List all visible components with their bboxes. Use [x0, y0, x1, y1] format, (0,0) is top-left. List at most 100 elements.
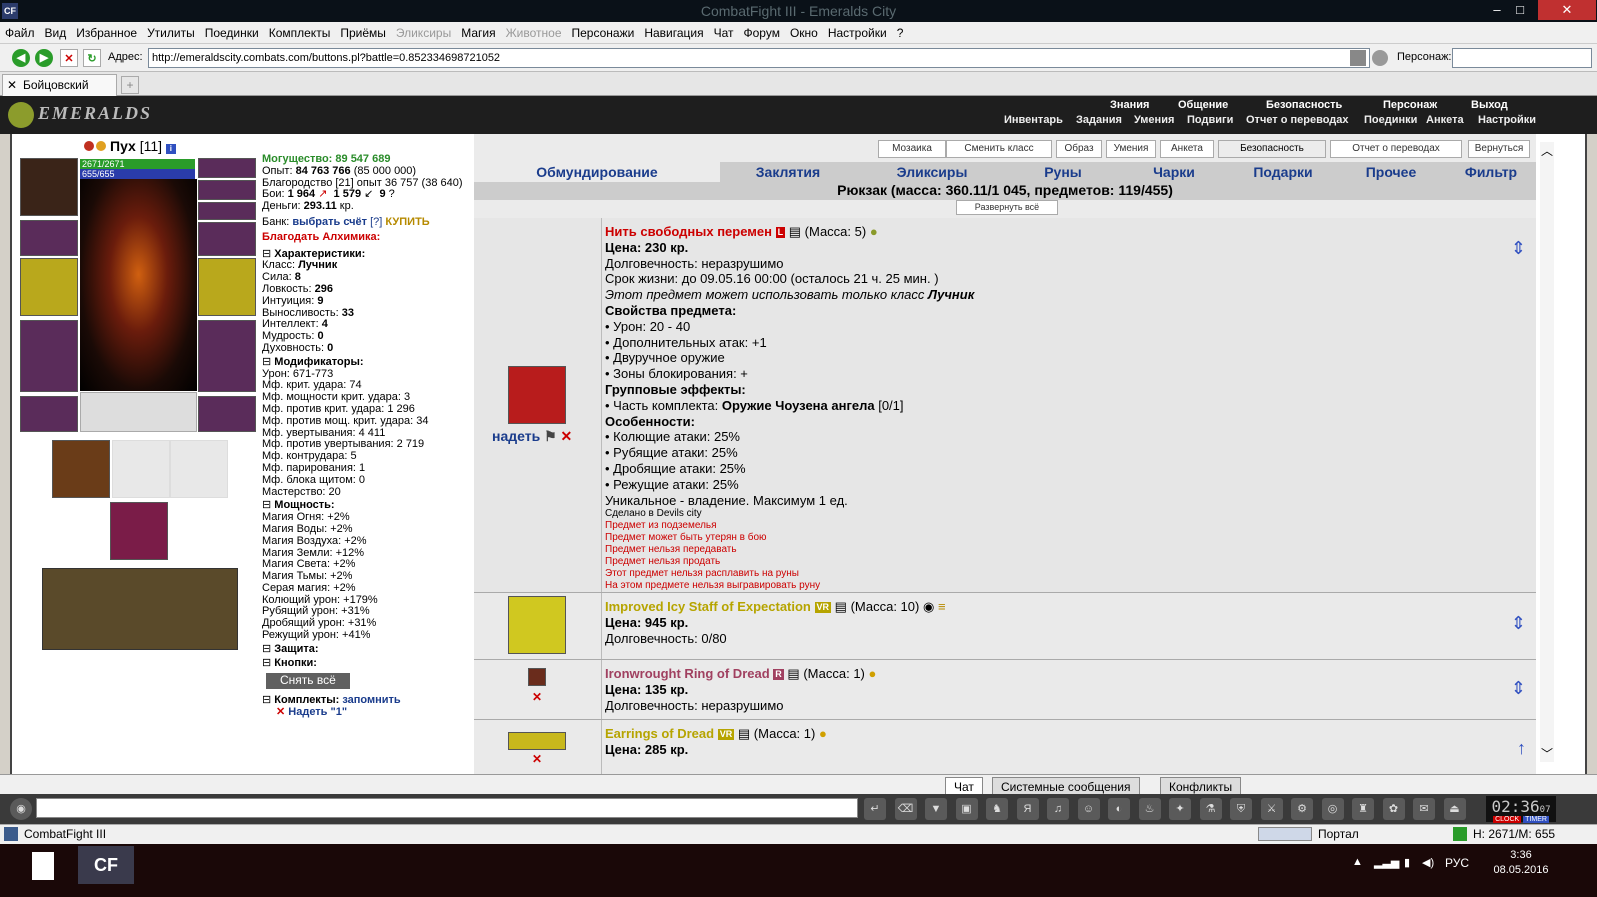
move-arrow-icon[interactable]: ⇕	[1511, 678, 1526, 699]
users-icon[interactable]	[1372, 50, 1388, 66]
address-input[interactable]: http://emeraldscity.combats.com/buttons.…	[148, 48, 1370, 68]
gloves-slot[interactable]	[198, 222, 256, 256]
info-icon[interactable]: i	[165, 144, 176, 154]
gift-icon[interactable]: ✿	[1382, 798, 1405, 820]
target-icon[interactable]: ◎	[1321, 798, 1344, 820]
volume-icon[interactable]: ◀)	[1422, 856, 1434, 869]
exit-icon[interactable]: ⏏	[1443, 798, 1466, 820]
chat-tab[interactable]: Системные сообщения	[992, 777, 1140, 795]
game-nav-item[interactable]: Безопасность	[1266, 99, 1342, 111]
game-nav-item[interactable]: Выход	[1471, 99, 1508, 111]
item-name[interactable]: Earrings of Dread	[605, 726, 714, 741]
taskbar-clock[interactable]: 3:36 08.05.2016	[1486, 848, 1556, 878]
clock-display[interactable]: 02:3607 CLOCK TIMER	[1486, 796, 1556, 823]
menu-item[interactable]: Чат	[709, 22, 739, 44]
menu-item[interactable]: Животное	[501, 22, 567, 44]
elixir-icon[interactable]: ⚗	[1199, 798, 1222, 820]
refresh-icon[interactable]: ↻	[83, 49, 101, 67]
move-arrow-icon[interactable]: ↑	[1517, 738, 1526, 759]
menu-item[interactable]: Форум	[739, 22, 785, 44]
top-button[interactable]: Анкета	[1160, 140, 1214, 158]
category-tab[interactable]: Заклятия	[720, 162, 856, 182]
filter-icon[interactable]: ▼	[925, 798, 947, 820]
character-select[interactable]	[1452, 48, 1592, 68]
fight-icon[interactable]: ♞	[986, 798, 1008, 820]
remove-icon[interactable]: ✕	[532, 752, 542, 766]
speaker-icon[interactable]: ◉	[10, 798, 32, 820]
game-nav-item[interactable]: Подвиги	[1187, 114, 1233, 126]
doc-icon[interactable]: ▤	[835, 599, 847, 614]
chat-input[interactable]	[36, 798, 858, 818]
spy-icon[interactable]: ◐	[1108, 798, 1130, 820]
item-name[interactable]: Ironwrought Ring of Dread	[605, 666, 770, 681]
bank-help-link[interactable]: [?]	[370, 216, 382, 228]
ring-slots[interactable]	[80, 392, 197, 432]
doc-icon[interactable]: ▤	[738, 726, 750, 741]
menu-item[interactable]: Комплекты	[264, 22, 336, 44]
view-icons[interactable]	[1258, 827, 1312, 841]
menu-item[interactable]: Навигация	[639, 22, 708, 44]
menu-item[interactable]: ?	[892, 22, 909, 44]
menu-item[interactable]: Магия	[456, 22, 500, 44]
doc-icon[interactable]: ▤	[789, 224, 801, 239]
remember-link[interactable]: запомнить	[342, 694, 400, 706]
item-name[interactable]: Нить свободных перемен	[605, 224, 772, 239]
boots-slot[interactable]	[198, 396, 256, 432]
castle-icon[interactable]: ♜	[1352, 798, 1374, 820]
category-tab[interactable]: Прочее	[1336, 162, 1446, 182]
menu-item[interactable]: Избранное	[71, 22, 142, 44]
close-icon[interactable]: ✕	[1538, 0, 1596, 20]
chat-tab[interactable]: Конфликты	[1160, 777, 1242, 795]
menu-item[interactable]: Персонажи	[567, 22, 640, 44]
amulet-slot[interactable]	[198, 180, 256, 200]
doc-icon[interactable]: ▤	[787, 666, 799, 681]
chat-tab[interactable]: Чат	[945, 777, 983, 795]
new-tab-icon[interactable]: +	[121, 76, 139, 94]
belt-slot[interactable]	[20, 396, 78, 432]
category-tab[interactable]: Чарки	[1118, 162, 1230, 182]
maximize-icon[interactable]: □	[1500, 0, 1540, 20]
menu-item[interactable]: Утилиты	[142, 22, 200, 44]
offhand-slot[interactable]	[198, 258, 256, 316]
unequip-all-button[interactable]: Снять всё	[266, 673, 350, 690]
bag-slot[interactable]	[52, 440, 110, 498]
scroll-up-icon[interactable]: ︿	[1541, 142, 1553, 159]
game-nav-item[interactable]: Инвентарь	[1004, 114, 1063, 126]
necklace-slot[interactable]	[198, 202, 256, 220]
top-button[interactable]: Безопасность	[1218, 140, 1326, 158]
buttons-header[interactable]: Кнопки:	[262, 657, 472, 670]
pet-slot[interactable]	[110, 502, 168, 560]
network-icon[interactable]: ▂▃▅	[1374, 856, 1399, 869]
category-tab[interactable]: Эликсиры	[856, 162, 1008, 182]
top-button[interactable]: Мозаика	[878, 140, 946, 158]
enter-icon[interactable]: ↵	[864, 798, 886, 820]
stop-icon[interactable]: ✕	[60, 49, 78, 67]
game-nav-item[interactable]: Анкета	[1426, 114, 1464, 126]
game-nav-item[interactable]: Общение	[1178, 99, 1228, 111]
bag-slot-empty-2[interactable]	[170, 440, 228, 498]
category-tab[interactable]: Руны	[1008, 162, 1118, 182]
back-icon[interactable]: ◀	[12, 49, 30, 67]
menu-item[interactable]: Поединки	[200, 22, 264, 44]
shield-icon[interactable]: ⛨	[1230, 798, 1252, 820]
top-button[interactable]: Вернуться	[1468, 140, 1530, 158]
mail-icon[interactable]: ✉	[1413, 798, 1435, 820]
game-nav-item[interactable]: Настройки	[1478, 114, 1536, 126]
menu-item[interactable]: Вид	[40, 22, 72, 44]
forward-icon[interactable]: ▶	[35, 49, 53, 67]
category-tab[interactable]: Подарки	[1230, 162, 1336, 182]
scroll-icon[interactable]: ✦	[1169, 798, 1191, 820]
menu-item[interactable]: Окно	[785, 22, 823, 44]
file-icon[interactable]	[32, 852, 54, 880]
bracers-slot[interactable]	[20, 220, 78, 256]
go-icon[interactable]	[1350, 50, 1366, 66]
bank-select-link[interactable]: выбрать счёт	[292, 216, 367, 228]
scroll-down-icon[interactable]: ﹀	[1541, 745, 1553, 762]
weapon-slot[interactable]	[20, 258, 78, 316]
smile-icon[interactable]: ☺	[1077, 798, 1100, 820]
modifiers-header[interactable]: Модификаторы:	[262, 356, 472, 369]
earrings-slot[interactable]	[198, 158, 256, 178]
category-tab[interactable]: Обмундирование	[474, 162, 720, 182]
save-icon[interactable]: ▣	[955, 798, 978, 820]
potion-icon[interactable]: ♨	[1138, 798, 1161, 820]
